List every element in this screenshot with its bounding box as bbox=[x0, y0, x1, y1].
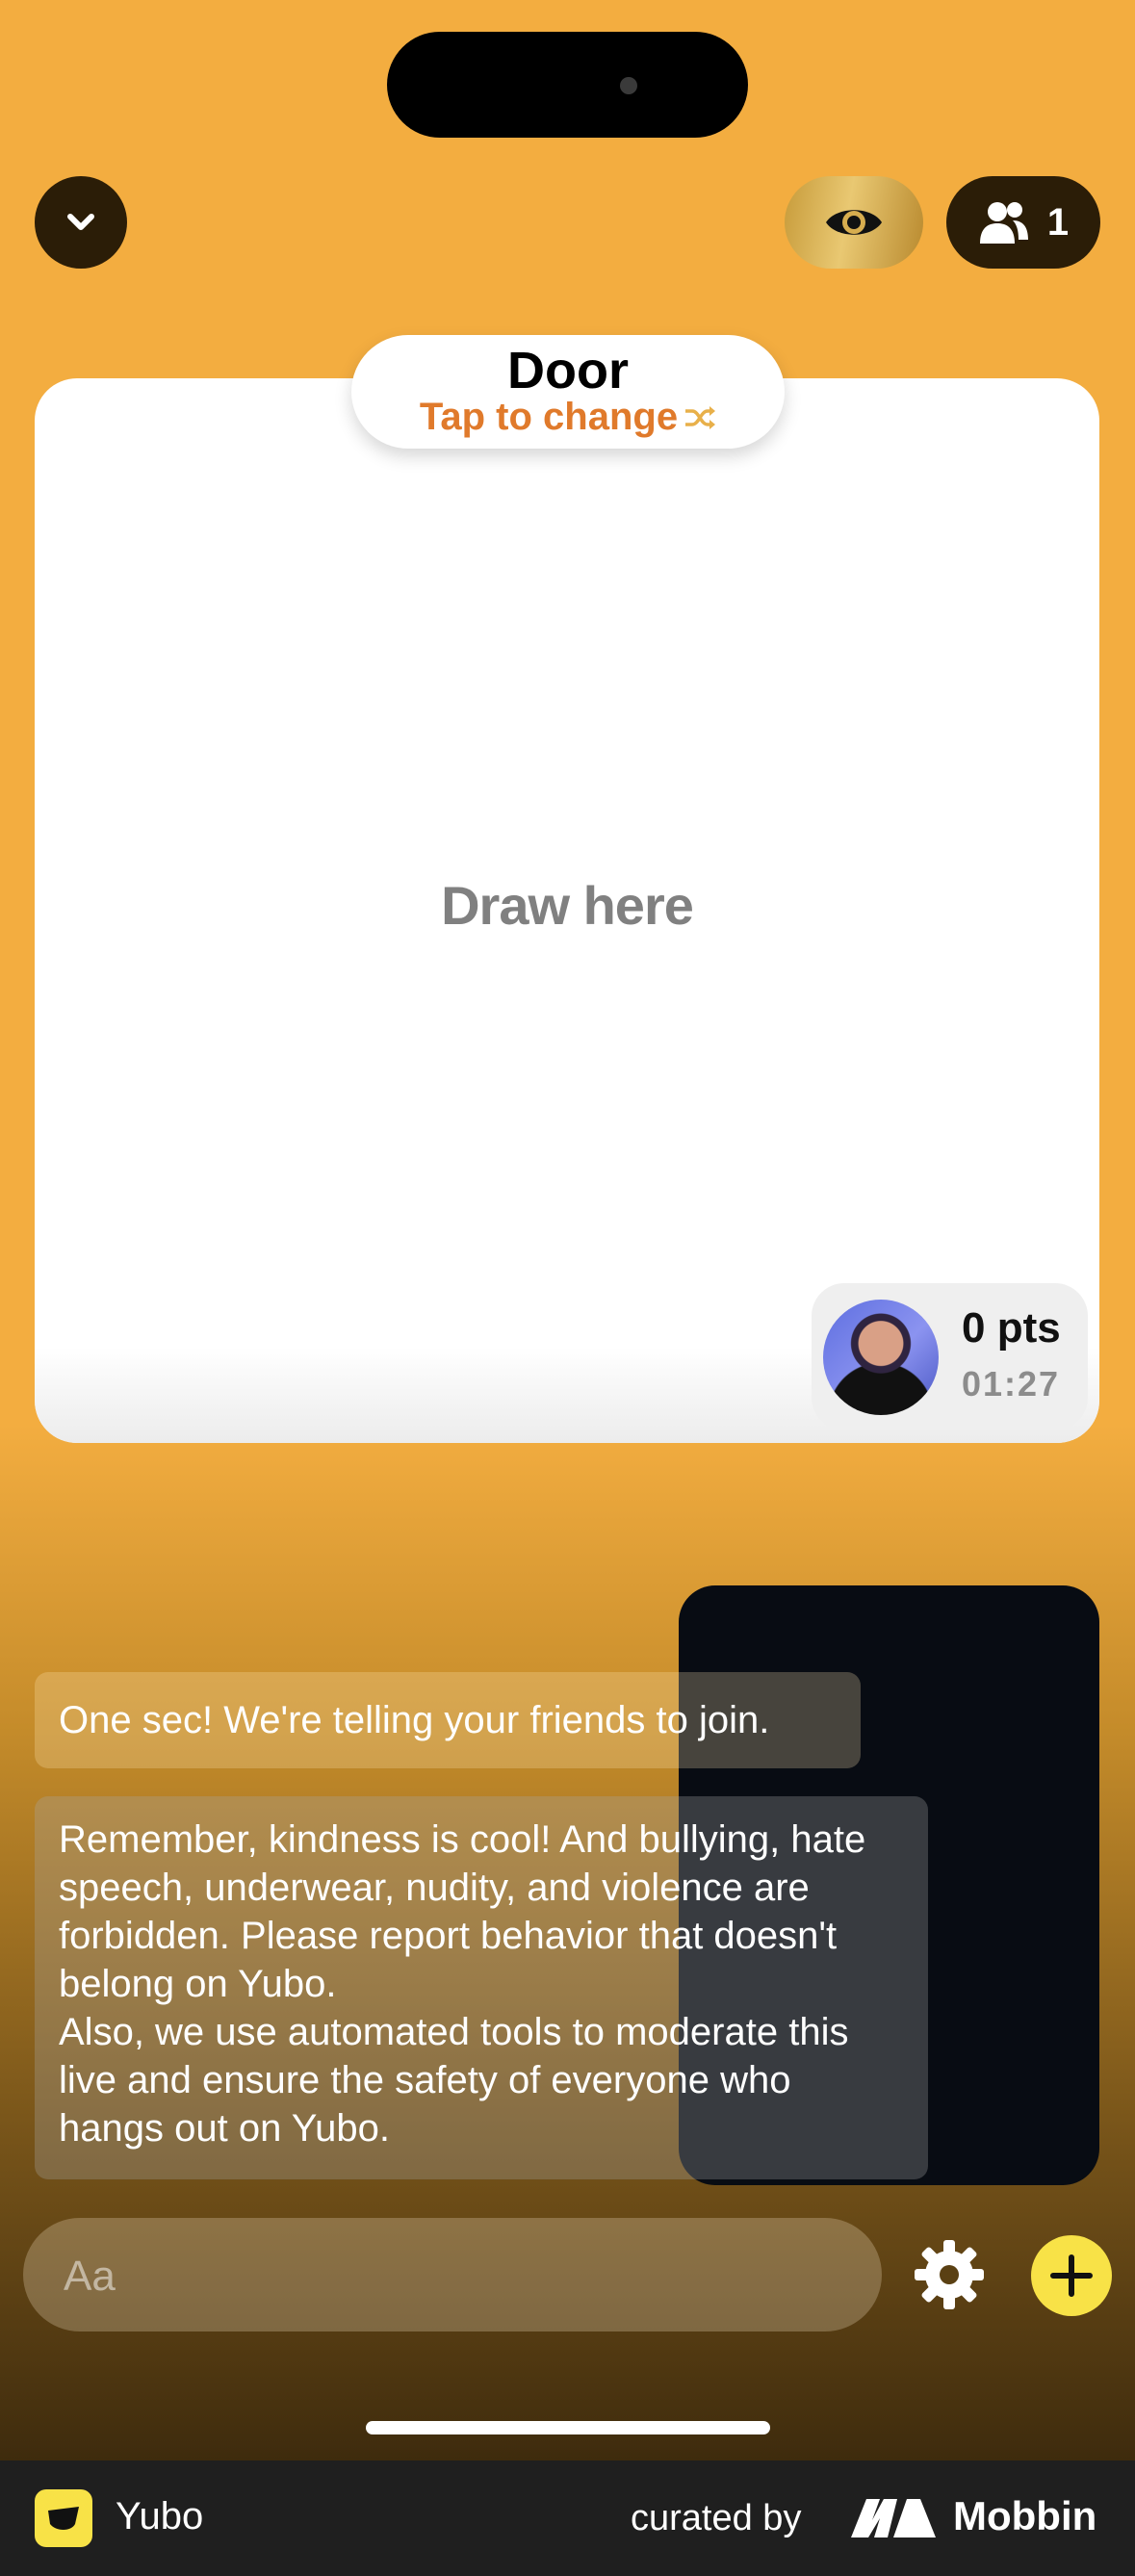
participants-button[interactable]: 1 bbox=[946, 176, 1100, 269]
round-timer: 01:27 bbox=[962, 1364, 1061, 1404]
message-placeholder: Aa bbox=[64, 2253, 116, 2300]
app-name: Yubo bbox=[116, 2495, 204, 2537]
collapse-button[interactable] bbox=[35, 176, 127, 269]
settings-button[interactable] bbox=[909, 2234, 990, 2315]
shuffle-icon bbox=[685, 405, 716, 429]
add-button[interactable] bbox=[1031, 2235, 1112, 2316]
player-points: 0 pts bbox=[962, 1304, 1061, 1352]
plus-icon bbox=[1050, 2254, 1093, 2297]
word-selector[interactable]: Door Tap to change bbox=[351, 335, 785, 449]
chat-message: One sec! We're telling your friends to j… bbox=[35, 1672, 861, 1768]
dynamic-island bbox=[387, 32, 748, 138]
player-avatar bbox=[823, 1300, 939, 1415]
participants-count: 1 bbox=[1046, 200, 1070, 244]
chevron-down-icon bbox=[67, 214, 94, 230]
front-camera bbox=[620, 77, 637, 94]
people-icon bbox=[979, 202, 1028, 244]
canvas-hint: Draw here bbox=[441, 875, 694, 936]
brand-name: Mobbin bbox=[953, 2493, 1097, 2538]
home-indicator bbox=[366, 2421, 770, 2434]
live-screen: 1 Draw here Door Tap to change 0 pts 01:… bbox=[0, 0, 1135, 2460]
gear-icon bbox=[915, 2240, 984, 2309]
player-score-card: 0 pts 01:27 bbox=[812, 1283, 1088, 1430]
mobbin-logo-icon bbox=[851, 2499, 936, 2537]
yubo-logo-icon bbox=[35, 2489, 92, 2547]
word-title: Door bbox=[507, 342, 629, 399]
message-input[interactable]: Aa bbox=[23, 2218, 882, 2331]
change-word-label: Tap to change bbox=[419, 396, 679, 438]
curated-by-label: curated by bbox=[631, 2498, 802, 2538]
chat-message: Remember, kindness is cool! And bullying… bbox=[35, 1796, 928, 2179]
change-word-link[interactable]: Tap to change bbox=[351, 396, 785, 439]
viewer-button[interactable] bbox=[785, 176, 923, 269]
eye-icon bbox=[826, 210, 882, 235]
